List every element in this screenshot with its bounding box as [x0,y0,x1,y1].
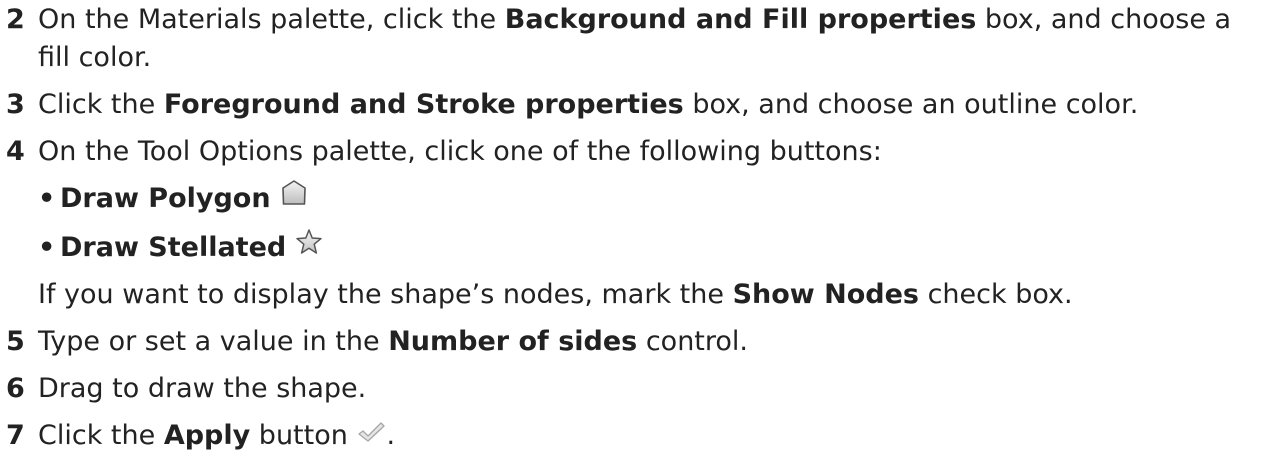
option-draw-polygon: • Draw Polygon [38,178,1256,219]
step-5: 5 Type or set a value in the Number of s… [6,323,1256,361]
step-text: Drag to draw the shape. [38,373,367,404]
step-text: Click the [38,420,164,451]
step-text: control. [637,326,749,357]
star-icon [294,227,324,268]
option-label: Draw Polygon [60,182,271,214]
step-6: 6 Drag to draw the shape. [6,370,1256,408]
step-text: button [250,420,357,451]
step-note: If you want to display the shape’s nodes… [38,276,1256,314]
polygon-icon [279,178,309,219]
ui-term: Background and Fill properties [504,4,977,35]
step-number: 6 [6,373,25,404]
instruction-list: 2 On the Materials palette, click the Ba… [6,1,1256,456]
option-draw-stellated: • Draw Stellated [38,227,1256,268]
step-2: 2 On the Materials palette, click the Ba… [6,1,1256,77]
step-4: 4 On the Tool Options palette, click one… [6,133,1256,314]
step-number: 5 [6,326,25,357]
step-text: On the Materials palette, click the [38,4,505,35]
ui-term: Show Nodes [732,279,919,310]
step-number: 4 [6,136,25,167]
checkmark-icon [356,418,386,456]
ui-term: Apply [163,420,251,451]
button-options: • Draw Polygon • Draw Stellated [38,178,1256,268]
bullet: • [38,231,56,263]
step-text: Type or set a value in the [38,326,389,357]
step-3: 3 Click the Foreground and Stroke proper… [6,86,1256,124]
step-number: 7 [6,420,25,451]
step-text: box, and choose an outline color. [683,89,1139,120]
step-number: 2 [6,4,25,35]
bullet: • [38,182,56,214]
step-text: Click the [38,89,164,120]
note-text: check box. [919,279,1073,310]
option-label: Draw Stellated [60,231,287,263]
step-number: 3 [6,89,25,120]
step-text: . [386,420,396,451]
step-text: On the Tool Options palette, click one o… [38,136,882,167]
ui-term: Foreground and Stroke properties [163,89,684,120]
ui-term: Number of sides [388,326,638,357]
note-text: If you want to display the shape’s nodes… [38,279,733,310]
step-7: 7 Click the Apply button . [6,417,1256,456]
